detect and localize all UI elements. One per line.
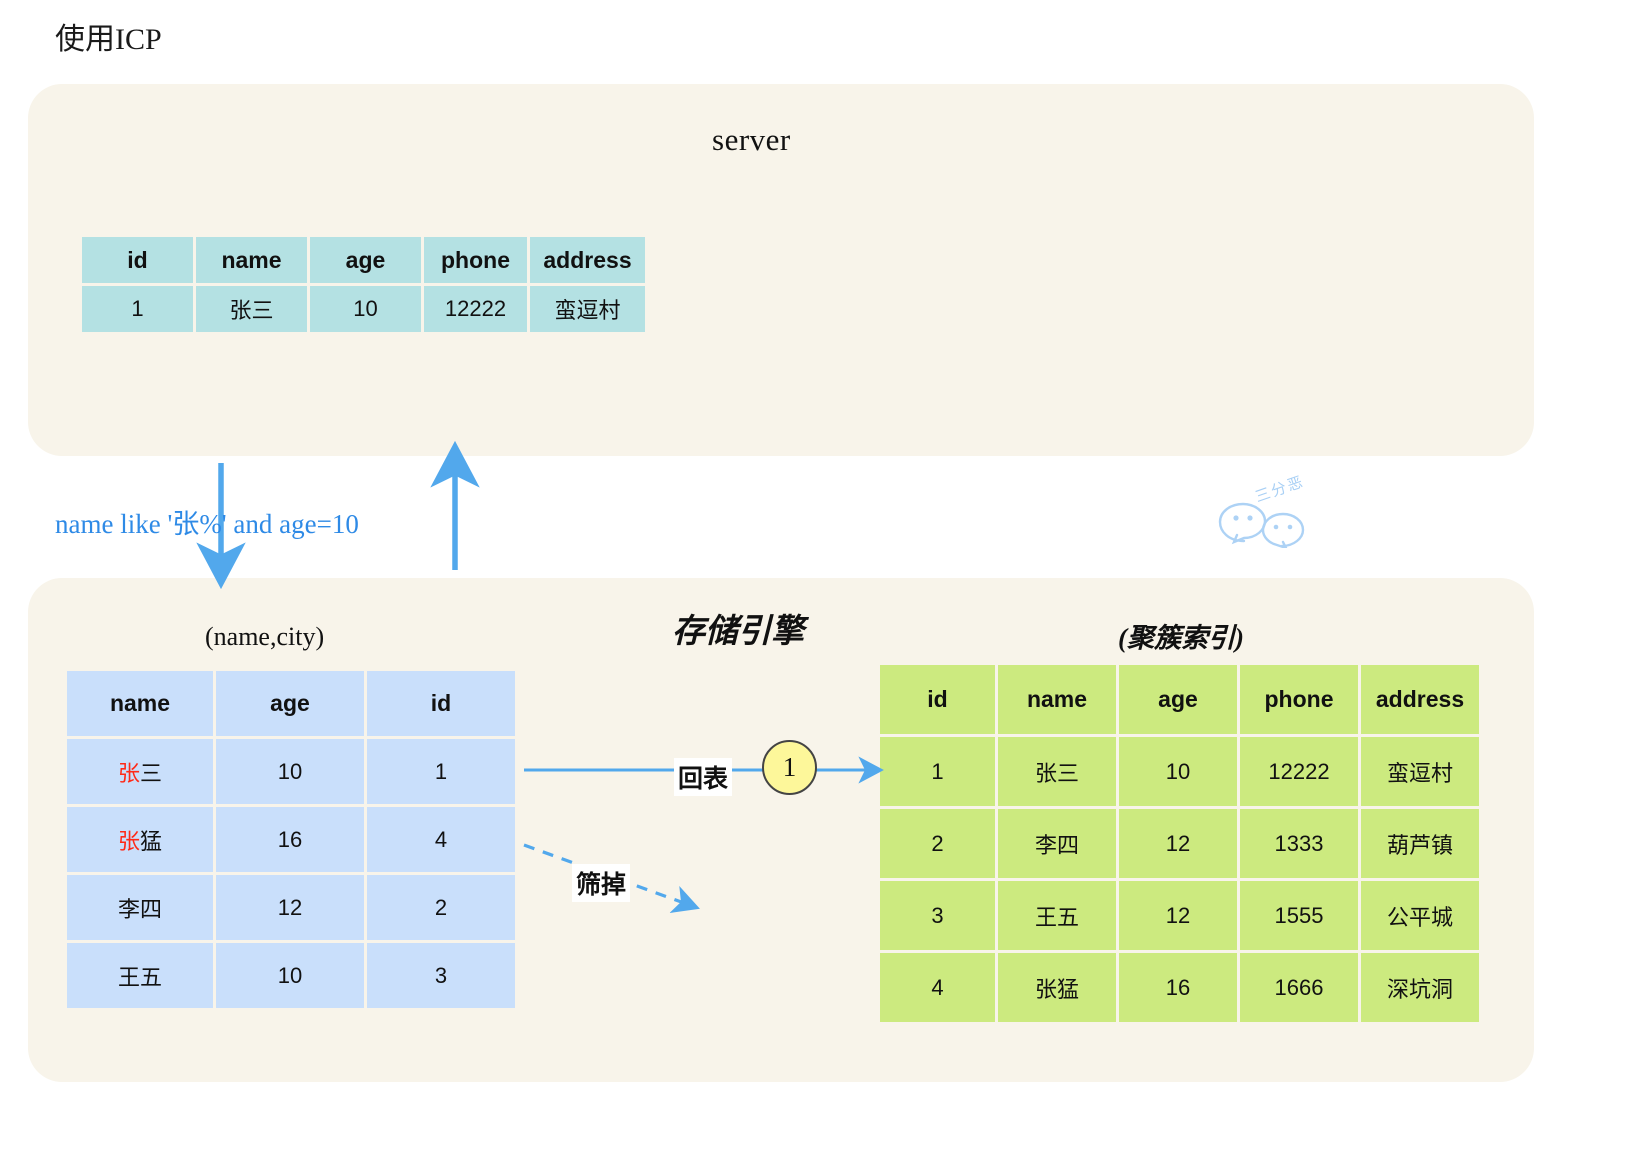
cell-id: 1: [82, 286, 193, 332]
cell-id: 1: [367, 739, 515, 804]
cell-phone: 1333: [1240, 809, 1358, 878]
table-row: 3 王五 12 1555 公平城: [880, 881, 1479, 950]
cell-address: 葫芦镇: [1361, 809, 1479, 878]
table-row: 李四 12 2: [67, 875, 515, 940]
cell-name-suffix: 王五: [117, 964, 162, 990]
cell-name: 王五: [67, 943, 213, 1008]
diagram-canvas: 使用ICP server id name age phone address 1…: [0, 0, 1640, 1168]
cell-name-prefix: 张: [117, 828, 140, 854]
column-header-phone: phone: [424, 237, 527, 283]
cell-age: 16: [216, 807, 364, 872]
column-header-age: age: [310, 237, 421, 283]
storage-engine-title: 存储引擎: [672, 614, 804, 650]
cell-id: 4: [367, 807, 515, 872]
table-row: 张猛 16 4: [67, 807, 515, 872]
cell-age: 10: [216, 739, 364, 804]
column-header-name: name: [67, 671, 213, 736]
clustered-index-label: (聚簇索引): [1118, 623, 1244, 653]
cell-name-suffix: 三: [140, 760, 163, 786]
cell-age: 10: [216, 943, 364, 1008]
cell-name-suffix: 李四: [117, 896, 162, 922]
table-row: 张三 10 1: [67, 739, 515, 804]
cell-id: 2: [880, 809, 995, 878]
cell-id: 3: [367, 943, 515, 1008]
cell-name: 李四: [998, 809, 1116, 878]
cell-id: 3: [880, 881, 995, 950]
step-badge-1: 1: [762, 740, 817, 795]
column-header-age: age: [1119, 665, 1237, 734]
column-header-name: name: [998, 665, 1116, 734]
pushdown-condition-text: name like '张%' and age=10: [55, 509, 359, 539]
cell-name: 张猛: [67, 807, 213, 872]
column-header-age: age: [216, 671, 364, 736]
cell-id: 4: [880, 953, 995, 1022]
cell-age: 12: [1119, 809, 1237, 878]
cell-id: 2: [367, 875, 515, 940]
table-row: 王五 10 3: [67, 943, 515, 1008]
cell-phone: 1555: [1240, 881, 1358, 950]
column-header-id: id: [82, 237, 193, 283]
cell-name: 张三: [196, 286, 307, 332]
back-to-table-label: 回表: [674, 758, 733, 796]
secondary-index-label: (name,city): [205, 622, 325, 651]
cell-name-prefix: 张: [117, 760, 140, 786]
cell-age: 12: [1119, 881, 1237, 950]
server-panel-title: server: [712, 122, 791, 157]
cell-address: 公平城: [1361, 881, 1479, 950]
cell-name-suffix: 猛: [140, 828, 163, 854]
server-result-table: id name age phone address 1 张三 10 12222 …: [79, 234, 648, 335]
cell-name: 张三: [998, 737, 1116, 806]
column-header-address: address: [530, 237, 645, 283]
column-header-phone: phone: [1240, 665, 1358, 734]
cell-phone: 12222: [424, 286, 527, 332]
table-row: 2 李四 12 1333 葫芦镇: [880, 809, 1479, 878]
column-header-id: id: [367, 671, 515, 736]
table-header-row: name age id: [67, 671, 515, 736]
column-header-name: name: [196, 237, 307, 283]
table-row: 4 张猛 16 1666 深坑洞: [880, 953, 1479, 1022]
cell-name: 张三: [67, 739, 213, 804]
cell-age: 12: [216, 875, 364, 940]
cell-id: 1: [880, 737, 995, 806]
cell-age: 10: [310, 286, 421, 332]
page-title: 使用ICP: [55, 23, 162, 56]
cell-phone: 1666: [1240, 953, 1358, 1022]
filtered-out-label: 筛掉: [572, 864, 631, 902]
cell-phone: 12222: [1240, 737, 1358, 806]
cell-age: 16: [1119, 953, 1237, 1022]
cell-name: 李四: [67, 875, 213, 940]
table-header-row: id name age phone address: [880, 665, 1479, 734]
column-header-address: address: [1361, 665, 1479, 734]
cell-address: 蛮逗村: [530, 286, 645, 332]
cell-address: 深坑洞: [1361, 953, 1479, 1022]
cell-address: 蛮逗村: [1361, 737, 1479, 806]
clustered-index-table: id name age phone address 1 张三 10 12222 …: [877, 662, 1482, 1025]
cell-age: 10: [1119, 737, 1237, 806]
column-header-id: id: [880, 665, 995, 734]
table-row: 1 张三 10 12222 蛮逗村: [880, 737, 1479, 806]
table-row: 1 张三 10 12222 蛮逗村: [82, 286, 645, 332]
table-header-row: id name age phone address: [82, 237, 645, 283]
cell-name: 王五: [998, 881, 1116, 950]
cell-name: 张猛: [998, 953, 1116, 1022]
secondary-index-table: name age id 张三 10 1 张猛 16 4 李四 12 2 王五 1: [64, 668, 518, 1011]
